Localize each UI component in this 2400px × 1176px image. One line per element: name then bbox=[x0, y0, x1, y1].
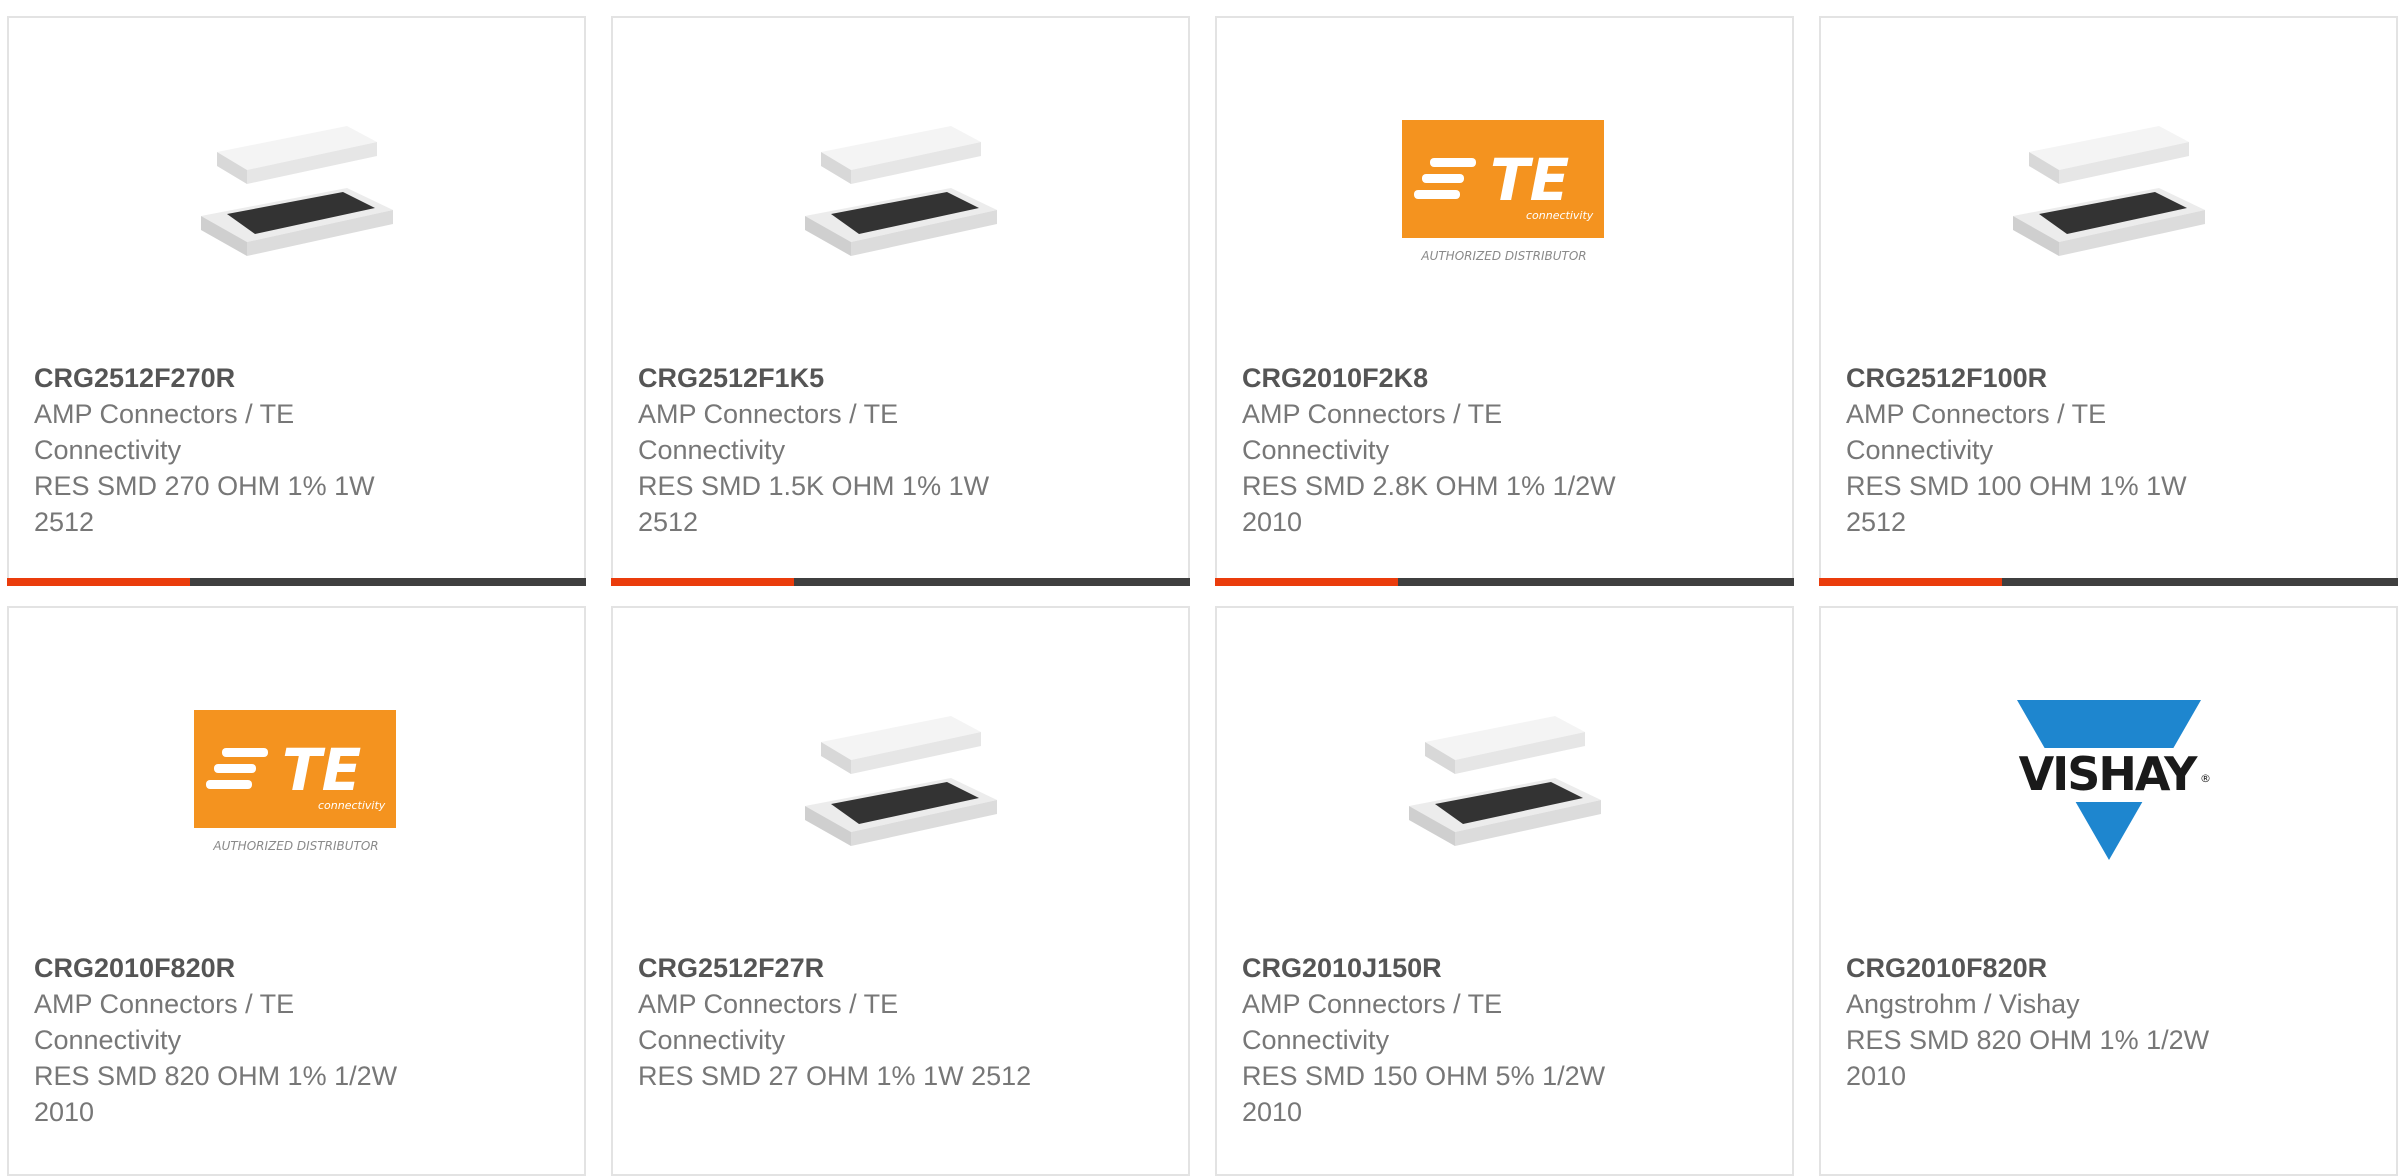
product-info: CRG2512F100R AMP Connectors / TE Connect… bbox=[1846, 360, 2246, 540]
svg-text:TE: TE bbox=[282, 736, 361, 804]
te-logo: TE connectivity AUTHORIZED DISTRIBUTOR bbox=[193, 710, 396, 853]
manufacturer-name: AMP Connectors / TE Connectivity bbox=[1242, 989, 1503, 1055]
resistor-chip-icon bbox=[804, 716, 997, 846]
part-number-link[interactable]: CRG2512F27R bbox=[638, 950, 1038, 986]
product-card[interactable]: TE connectivity AUTHORIZED DISTRIBUTOR C… bbox=[1215, 16, 1794, 586]
product-description: RES SMD 100 OHM 1% 1W 2512 bbox=[1846, 471, 2187, 537]
part-number-link[interactable]: CRG2010F2K8 bbox=[1242, 360, 1642, 396]
product-card[interactable]: CRG2512F270R AMP Connectors / TE Connect… bbox=[7, 16, 586, 586]
product-thumbnail[interactable] bbox=[613, 668, 1188, 898]
part-number-link[interactable]: CRG2512F100R bbox=[1846, 360, 2246, 396]
product-description: RES SMD 820 OHM 1% 1/2W 2010 bbox=[34, 1061, 398, 1127]
te-logo: TE connectivity AUTHORIZED DISTRIBUTOR bbox=[1401, 120, 1604, 263]
product-thumbnail[interactable] bbox=[1217, 668, 1792, 898]
manufacturer-name: AMP Connectors / TE Connectivity bbox=[34, 399, 295, 465]
product-thumbnail[interactable]: TE connectivity AUTHORIZED DISTRIBUTOR bbox=[1217, 78, 1792, 308]
manufacturer-name: AMP Connectors / TE Connectivity bbox=[638, 989, 899, 1055]
manufacturer-name: Angstrohm / Vishay bbox=[1846, 989, 2080, 1019]
resistor-chip-icon bbox=[804, 126, 997, 256]
card-accent-bar bbox=[611, 578, 794, 586]
card-accent-bar bbox=[7, 578, 190, 586]
product-info: CRG2512F270R AMP Connectors / TE Connect… bbox=[34, 360, 434, 540]
product-description: RES SMD 2.8K OHM 1% 1/2W 2010 bbox=[1242, 471, 1616, 537]
svg-text:AUTHORIZED DISTRIBUTOR: AUTHORIZED DISTRIBUTOR bbox=[212, 839, 378, 853]
part-number-link[interactable]: CRG2010F820R bbox=[1846, 950, 2246, 986]
product-info: CRG2512F27R AMP Connectors / TE Connecti… bbox=[638, 950, 1038, 1094]
product-card[interactable]: CRG2512F100R AMP Connectors / TE Connect… bbox=[1819, 16, 2398, 586]
product-info: CRG2010F820R Angstrohm / Vishay RES SMD … bbox=[1846, 950, 2246, 1094]
product-thumbnail[interactable] bbox=[1821, 78, 2396, 308]
svg-text:AUTHORIZED DISTRIBUTOR: AUTHORIZED DISTRIBUTOR bbox=[1420, 249, 1586, 263]
product-card[interactable]: TE connectivity AUTHORIZED DISTRIBUTOR C… bbox=[7, 606, 586, 1176]
svg-text:®: ® bbox=[2200, 772, 2211, 785]
product-card[interactable]: CRG2010J150R AMP Connectors / TE Connect… bbox=[1215, 606, 1794, 1176]
product-grid: CRG2512F270R AMP Connectors / TE Connect… bbox=[7, 16, 2400, 1176]
product-card[interactable]: CRG2512F1K5 AMP Connectors / TE Connecti… bbox=[611, 16, 1190, 586]
svg-text:VISHAY: VISHAY bbox=[2018, 747, 2198, 801]
vishay-logo: VISHAY ® bbox=[1998, 700, 2219, 860]
product-description: RES SMD 270 OHM 1% 1W 2512 bbox=[34, 471, 375, 537]
product-info: CRG2512F1K5 AMP Connectors / TE Connecti… bbox=[638, 360, 1038, 540]
resistor-chip-icon bbox=[200, 126, 393, 256]
part-number-link[interactable]: CRG2010J150R bbox=[1242, 950, 1642, 986]
manufacturer-name: AMP Connectors / TE Connectivity bbox=[34, 989, 295, 1055]
product-description: RES SMD 150 OHM 5% 1/2W 2010 bbox=[1242, 1061, 1606, 1127]
product-description: RES SMD 820 OHM 1% 1/2W 2010 bbox=[1846, 1025, 2210, 1091]
part-number-link[interactable]: CRG2512F270R bbox=[34, 360, 434, 396]
card-accent-bar bbox=[1819, 578, 2002, 586]
product-thumbnail[interactable]: TE connectivity AUTHORIZED DISTRIBUTOR bbox=[9, 668, 584, 898]
card-bottom-bar bbox=[1215, 578, 1794, 586]
svg-text:TE: TE bbox=[1490, 146, 1569, 214]
part-number-link[interactable]: CRG2010F820R bbox=[34, 950, 434, 986]
card-bottom-bar bbox=[1819, 578, 2398, 586]
product-card[interactable]: CRG2512F27R AMP Connectors / TE Connecti… bbox=[611, 606, 1190, 1176]
product-info: CRG2010F2K8 AMP Connectors / TE Connecti… bbox=[1242, 360, 1642, 540]
product-card[interactable]: VISHAY ® CRG2010F820R Angstrohm / Vishay… bbox=[1819, 606, 2398, 1176]
product-thumbnail[interactable] bbox=[613, 78, 1188, 308]
product-info: CRG2010F820R AMP Connectors / TE Connect… bbox=[34, 950, 434, 1130]
manufacturer-name: AMP Connectors / TE Connectivity bbox=[638, 399, 899, 465]
product-thumbnail[interactable] bbox=[9, 78, 584, 308]
product-thumbnail[interactable]: VISHAY ® bbox=[1821, 668, 2396, 898]
manufacturer-name: AMP Connectors / TE Connectivity bbox=[1846, 399, 2107, 465]
part-number-link[interactable]: CRG2512F1K5 bbox=[638, 360, 1038, 396]
manufacturer-name: AMP Connectors / TE Connectivity bbox=[1242, 399, 1503, 465]
svg-text:connectivity: connectivity bbox=[1526, 209, 1594, 222]
svg-text:connectivity: connectivity bbox=[318, 799, 386, 812]
product-info: CRG2010J150R AMP Connectors / TE Connect… bbox=[1242, 950, 1642, 1130]
card-accent-bar bbox=[1215, 578, 1398, 586]
resistor-chip-icon bbox=[1408, 716, 1601, 846]
product-description: RES SMD 27 OHM 1% 1W 2512 bbox=[638, 1061, 1032, 1091]
card-bottom-bar bbox=[611, 578, 1190, 586]
product-description: RES SMD 1.5K OHM 1% 1W 2512 bbox=[638, 471, 990, 537]
card-bottom-bar bbox=[7, 578, 586, 586]
resistor-chip-icon bbox=[2012, 126, 2205, 256]
